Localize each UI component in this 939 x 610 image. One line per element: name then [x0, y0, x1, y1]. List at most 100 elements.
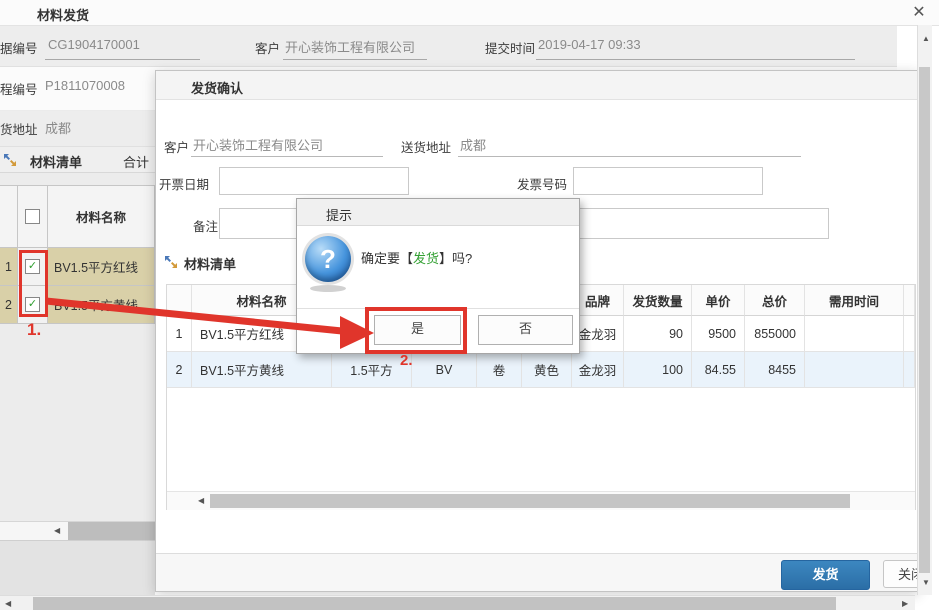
address-value: 成都	[45, 118, 71, 137]
hdr-index	[167, 285, 192, 316]
left-header-checkbox-cell	[18, 186, 48, 248]
dialog-footer: 发货 关闭	[156, 553, 918, 592]
left-header-index-cell	[0, 186, 18, 248]
dialog-title: 发货确认	[191, 78, 243, 97]
no-button[interactable]: 否	[478, 315, 573, 345]
project-no-value: P1811070008	[45, 78, 125, 93]
delivery-address-underline	[458, 155, 801, 157]
annotation-step1: 1.	[27, 320, 41, 340]
dialog-table-row-2[interactable]: 2 BV1.5平方黄线 1.5平方 BV 卷 黄色 金龙羽 100 84.55 …	[167, 352, 915, 388]
annotation-step2: 2.	[400, 352, 413, 369]
left-panel: 材料名称 1 ✓ BV1.5平方红线 2 ✓ BV1.5平方黄线 ◀	[0, 173, 155, 595]
ship-button[interactable]: 发货	[781, 560, 870, 590]
app-window: 材料发货 ✕ 据编号 CG1904170001 客户 开心装饰工程有限公司 提交…	[0, 0, 939, 610]
left-hscroll-thumb[interactable]	[68, 522, 155, 540]
scroll-up-icon[interactable]: ▲	[922, 35, 930, 43]
material-list-icon	[164, 255, 178, 269]
cell-index: 1	[167, 316, 192, 352]
cell-unit-price: 84.55	[692, 352, 745, 388]
cell-unit: 卷	[477, 352, 522, 388]
submit-time-underline	[536, 58, 855, 60]
address-label: 货地址	[0, 119, 38, 138]
customer-value: 开心装饰工程有限公司	[285, 37, 415, 56]
customer-label: 客户	[255, 38, 280, 57]
question-icon: ?	[305, 236, 351, 282]
scroll-down-icon[interactable]: ▼	[922, 579, 930, 587]
question-icon-shadow	[310, 285, 346, 292]
dlg-customer-value: 开心装饰工程有限公司	[193, 135, 323, 154]
window-vscrollbar[interactable]: ▲ ▼	[917, 25, 932, 595]
row-material-name: BV1.5平方红线	[48, 248, 155, 286]
cell-ship-qty: 90	[624, 316, 692, 352]
prompt-message-highlight: 发货	[413, 251, 439, 266]
cell-index: 2	[167, 352, 192, 388]
dlg-customer-underline	[191, 155, 383, 157]
window-hscrollbar[interactable]: ◀ ▶	[0, 595, 915, 610]
cell-color: 黄色	[522, 352, 572, 388]
invoice-date-label: 开票日期	[159, 174, 209, 193]
hdr-filler	[904, 285, 915, 316]
tab-material-list[interactable]: 材料清单	[30, 152, 82, 171]
project-no-label: 程编号	[0, 79, 38, 98]
doc-no-value: CG1904170001	[48, 37, 140, 52]
annotation-yes-highlight-box	[365, 307, 467, 354]
cell-model: BV	[412, 352, 477, 388]
scroll-left-icon[interactable]: ◀	[5, 600, 11, 608]
cell-need-time	[805, 316, 904, 352]
cell-ship-qty: 100	[624, 352, 692, 388]
cell-need-time	[805, 352, 904, 388]
dlg-customer-label: 客户	[164, 137, 189, 156]
prompt-message-suffix: 】吗?	[439, 251, 472, 266]
invoice-date-input[interactable]	[219, 167, 409, 195]
row-index: 1	[0, 248, 18, 286]
cell-brand: 金龙羽	[572, 352, 624, 388]
scroll-right-icon[interactable]: ▶	[902, 600, 908, 608]
tab-total[interactable]: 合计	[123, 152, 149, 171]
form-row-doc: 据编号 CG1904170001 客户 开心装饰工程有限公司 提交时间 2019…	[0, 26, 897, 67]
close-button[interactable]: 关闭	[883, 560, 919, 588]
customer-underline	[283, 58, 427, 60]
dialog-table-hscrollbar[interactable]: ◀	[167, 491, 915, 510]
hdr-ship-qty: 发货数量	[624, 285, 692, 316]
cell-total-price: 8455	[745, 352, 805, 388]
submit-time-value: 2019-04-17 09:33	[538, 37, 641, 52]
hdr-need-time: 需用时间	[805, 285, 904, 316]
delivery-address-label: 送货地址	[401, 137, 451, 156]
doc-no-label: 据编号	[0, 38, 38, 57]
submit-time-label: 提交时间	[485, 38, 535, 57]
hdr-total-price: 总价	[745, 285, 805, 316]
annotation-checkbox-highlight-box	[19, 250, 48, 317]
close-icon[interactable]: ✕	[908, 2, 930, 22]
invoice-no-input[interactable]	[573, 167, 763, 195]
vscroll-thumb[interactable]	[919, 67, 930, 573]
window-titlebar: 材料发货 ✕	[0, 0, 939, 26]
left-panel-footer-area	[0, 540, 155, 596]
select-all-checkbox[interactable]	[25, 209, 40, 224]
prompt-message-prefix: 确定要【	[361, 251, 413, 266]
invoice-no-label: 发票号码	[517, 174, 567, 193]
prompt-titlebar: 提示	[297, 199, 579, 226]
doc-no-underline	[45, 58, 200, 60]
cell-material-name: BV1.5平方黄线	[192, 352, 332, 388]
left-table-header-row: 材料名称	[0, 186, 155, 248]
delivery-address-value: 成都	[460, 135, 486, 154]
dialog-hscroll-thumb[interactable]	[210, 494, 850, 508]
hscroll-thumb[interactable]	[33, 597, 836, 610]
prompt-title: 提示	[326, 205, 352, 224]
left-header-name: 材料名称	[48, 186, 155, 248]
prompt-message: 确定要【发货】吗?	[361, 248, 472, 267]
row-index: 2	[0, 286, 18, 324]
dialog-titlebar: 发货确认	[156, 71, 918, 100]
scroll-left-icon[interactable]: ◀	[198, 497, 204, 505]
cell-unit-price: 9500	[692, 316, 745, 352]
left-panel-hscrollbar[interactable]: ◀	[0, 521, 155, 541]
dlg-section-title: 材料清单	[184, 254, 236, 273]
cell-filler	[904, 316, 915, 352]
remark-label: 备注	[193, 216, 218, 235]
cell-filler	[904, 352, 915, 388]
hdr-unit-price: 单价	[692, 285, 745, 316]
row-material-name: BV1.5平方黄线	[48, 286, 155, 324]
scroll-left-icon[interactable]: ◀	[54, 527, 60, 535]
material-list-icon	[3, 153, 17, 167]
window-title: 材料发货	[37, 5, 89, 24]
